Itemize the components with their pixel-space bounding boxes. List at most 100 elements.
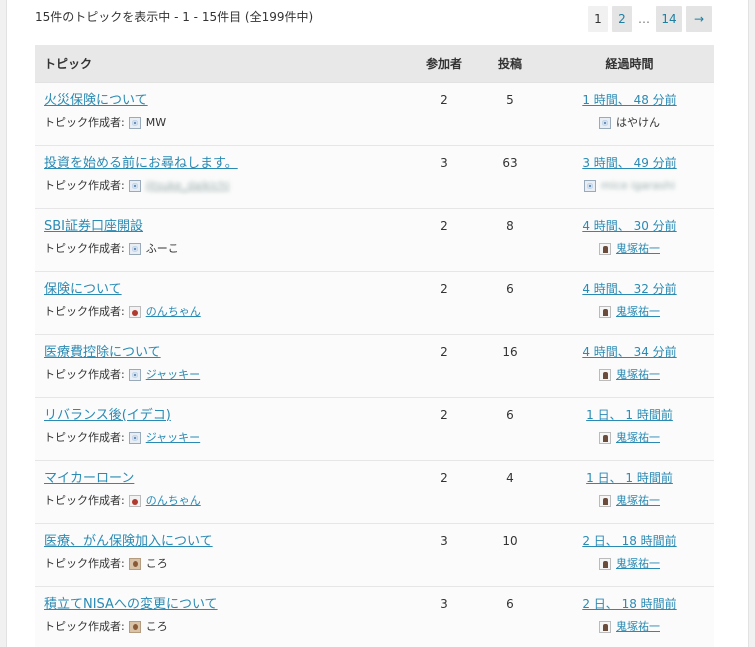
last-poster-name[interactable]: 鬼塚祐一 bbox=[616, 242, 660, 256]
person-avatar-icon[interactable] bbox=[599, 494, 611, 507]
last-poster: 鬼塚祐一 bbox=[599, 305, 660, 319]
last-poster-name[interactable]: 鬼塚祐一 bbox=[616, 431, 660, 445]
voice-count: 2 bbox=[413, 271, 475, 335]
topic-count-summary: 15件のトピックを表示中 - 1 - 15件目 (全199件中) bbox=[35, 10, 314, 24]
voice-count: 2 bbox=[413, 82, 475, 146]
author-name[interactable]: のんちゃん bbox=[146, 305, 201, 319]
page-2-link[interactable]: 2 bbox=[612, 6, 632, 32]
freshness-cell: 1 日、 1 時間前鬼塚祐一 bbox=[545, 460, 714, 524]
topic-list: 火災保険について トピック作成者: MW 2 5 1 時間、 48 分前 はやけん 投資を始め… bbox=[35, 82, 714, 647]
voice-count: 2 bbox=[413, 460, 475, 524]
gear-avatar-icon[interactable] bbox=[128, 368, 141, 381]
author-name: ころ bbox=[145, 556, 168, 570]
author-label: トピック作成者: bbox=[44, 430, 125, 444]
post-count: 5 bbox=[475, 82, 545, 146]
person-avatar-icon[interactable] bbox=[599, 242, 611, 255]
topic-title-link[interactable]: 投資を始める前にお尋ねします。 bbox=[44, 155, 238, 172]
author-label: トピック作成者: bbox=[44, 115, 125, 129]
last-poster: mice igarashi bbox=[584, 179, 675, 193]
post-count: 10 bbox=[475, 523, 545, 587]
author-label: トピック作成者: bbox=[44, 178, 125, 192]
author-name: ふーこ bbox=[145, 241, 179, 255]
next-page-arrow-icon[interactable]: → bbox=[686, 6, 712, 32]
author-name[interactable]: ジャッキー bbox=[146, 368, 200, 382]
topic-title-link[interactable]: リバランス後(イデコ) bbox=[44, 407, 171, 424]
table-header-row: トピック 参加者 投稿 経過時間 bbox=[35, 45, 714, 83]
author-name[interactable]: jitsuke_daikichi bbox=[146, 179, 230, 193]
freshness-cell: 2 日、 18 時間前鬼塚祐一 bbox=[545, 586, 714, 647]
author-name[interactable]: のんちゃん bbox=[146, 494, 201, 508]
freshness-link[interactable]: 2 日、 18 時間前 bbox=[582, 534, 676, 548]
post-count: 8 bbox=[475, 208, 545, 272]
last-poster: 鬼塚祐一 bbox=[599, 620, 660, 634]
freshness-link[interactable]: 4 時間、 30 分前 bbox=[582, 219, 676, 233]
last-poster: 鬼塚祐一 bbox=[599, 431, 660, 445]
author-label: トピック作成者: bbox=[44, 556, 125, 570]
topic-title-link[interactable]: 火災保険について bbox=[44, 92, 148, 109]
last-poster: 鬼塚祐一 bbox=[599, 557, 660, 571]
forum-panel: 15件のトピックを表示中 - 1 - 15件目 (全199件中) 1 2 … 1… bbox=[6, 0, 749, 647]
gear-avatar-icon bbox=[584, 179, 597, 192]
topic-title-link[interactable]: SBI証券口座開設 bbox=[44, 218, 143, 235]
page-1-current: 1 bbox=[588, 6, 608, 32]
gear-avatar-icon bbox=[128, 242, 141, 255]
voice-count: 3 bbox=[413, 523, 475, 587]
voice-count: 3 bbox=[413, 586, 475, 647]
photo-avatar-icon bbox=[128, 620, 141, 633]
last-poster-name[interactable]: 鬼塚祐一 bbox=[616, 305, 660, 319]
topic-author: トピック作成者: MW bbox=[44, 116, 413, 130]
table-row: 医療、がん保険加入について トピック作成者: ころ 3 10 2 日、 18 時間前鬼塚祐… bbox=[35, 523, 714, 587]
last-poster-name[interactable]: 鬼塚祐一 bbox=[616, 368, 660, 382]
freshness-link[interactable]: 1 日、 1 時間前 bbox=[586, 408, 673, 422]
topic-cell: 積立てNISAへの変更について トピック作成者: ころ bbox=[35, 586, 413, 647]
author-name[interactable]: ジャッキー bbox=[146, 431, 200, 445]
gear-avatar-icon[interactable] bbox=[128, 431, 141, 444]
topic-author: トピック作成者: ふーこ bbox=[44, 242, 413, 256]
topic-title-link[interactable]: 積立てNISAへの変更について bbox=[44, 596, 218, 613]
topic-cell: マイカーローントピック作成者: のんちゃん bbox=[35, 460, 413, 524]
freshness-link[interactable]: 4 時間、 32 分前 bbox=[582, 282, 676, 296]
person-avatar-icon[interactable] bbox=[599, 557, 611, 570]
post-count: 16 bbox=[475, 334, 545, 398]
freshness-link[interactable]: 3 時間、 49 分前 bbox=[582, 156, 676, 170]
photo-avatar-icon[interactable] bbox=[128, 494, 141, 507]
table-row: 火災保険について トピック作成者: MW 2 5 1 時間、 48 分前 はやけん bbox=[35, 82, 714, 146]
forum-header: 15件のトピックを表示中 - 1 - 15件目 (全199件中) 1 2 … 1… bbox=[35, 6, 712, 32]
author-name: ころ bbox=[145, 619, 168, 633]
freshness-link[interactable]: 1 時間、 48 分前 bbox=[582, 93, 676, 107]
last-poster-name[interactable]: 鬼塚祐一 bbox=[616, 494, 660, 508]
topic-author: トピック作成者: ころ bbox=[44, 557, 413, 571]
table-row: 保険について トピック作成者: のんちゃん 2 6 4 時間、 32 分前 鬼塚祐一 bbox=[35, 271, 714, 335]
last-poster: はやけん bbox=[599, 116, 660, 130]
freshness-link[interactable]: 2 日、 18 時間前 bbox=[582, 597, 676, 611]
topic-cell: 保険について トピック作成者: のんちゃん bbox=[35, 271, 413, 335]
last-poster-name[interactable]: 鬼塚祐一 bbox=[616, 557, 660, 571]
person-avatar-icon[interactable] bbox=[599, 431, 611, 444]
last-poster-name: mice igarashi bbox=[601, 178, 675, 192]
topic-cell: 投資を始める前にお尋ねします。 トピック作成者: jitsuke_daikichi bbox=[35, 145, 413, 209]
topic-author: トピック作成者: ジャッキー bbox=[44, 431, 413, 445]
photo-avatar-icon[interactable] bbox=[128, 305, 141, 318]
author-label: トピック作成者: bbox=[44, 619, 125, 633]
gear-avatar-icon[interactable] bbox=[128, 179, 141, 192]
person-avatar-icon[interactable] bbox=[599, 368, 611, 381]
freshness-link[interactable]: 1 日、 1 時間前 bbox=[586, 471, 673, 485]
topic-title-link[interactable]: 保険について bbox=[44, 281, 122, 298]
topic-title-link[interactable]: 医療、がん保険加入について bbox=[44, 533, 213, 550]
topic-title-link[interactable]: 医療費控除について bbox=[44, 344, 161, 361]
author-name: MW bbox=[145, 115, 167, 129]
last-poster-name[interactable]: 鬼塚祐一 bbox=[616, 620, 660, 634]
table-row: リバランス後(イデコ) トピック作成者: ジャッキー 2 6 1 日、 1 時間前 鬼塚祐一 bbox=[35, 397, 714, 461]
page-last-link[interactable]: 14 bbox=[656, 6, 682, 32]
topic-title-link[interactable]: マイカーローン bbox=[44, 470, 134, 487]
person-avatar-icon[interactable] bbox=[599, 305, 611, 318]
topic-author: トピック作成者: のんちゃん bbox=[44, 494, 413, 508]
topic-cell: 医療費控除について トピック作成者: ジャッキー bbox=[35, 334, 413, 398]
author-label: トピック作成者: bbox=[44, 304, 125, 318]
pagination: 1 2 … 14 → bbox=[588, 6, 712, 32]
topic-table: トピック 参加者 投稿 経過時間 火災保険について トピック作成者: MW 2 5 1 時… bbox=[35, 45, 714, 647]
freshness-link[interactable]: 4 時間、 34 分前 bbox=[582, 345, 676, 359]
person-avatar-icon[interactable] bbox=[599, 620, 611, 633]
topic-cell: 医療、がん保険加入について トピック作成者: ころ bbox=[35, 523, 413, 587]
column-header-freshness: 経過時間 bbox=[545, 45, 714, 83]
